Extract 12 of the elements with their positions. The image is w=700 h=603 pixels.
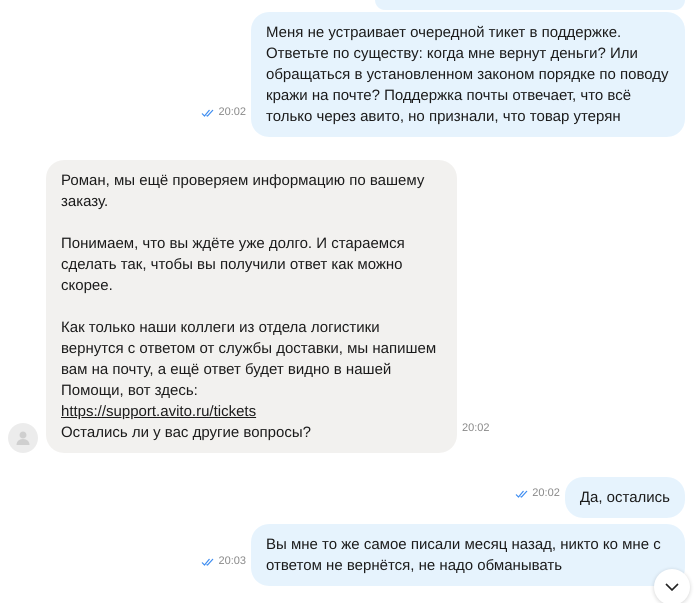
message-bubble: Да, остались [564,477,685,518]
message-bubble: Роман, мы ещё проверяем информацию по вашему заказу. Понимаем, что вы ждёте уже долго. И стараемся сделать так, чтобы вы получили ответ как можно скорее. Как только наши коллеги из отдела логистики вернутся с ответом от службы доставки, мы напишем вам на почту, а ещё ответ будет видно в нашей Помощи, вот здесь: https://support.avito.ru/tickets Остались ли у вас другие вопросы? [46,160,457,453]
message-time: 20:02 [218,105,246,120]
message-bubble: Вы мне то же самое писали месяц назад, никто ко мне с ответом не вернётся, не надо обманывать [251,524,685,586]
message-time: 20:03 [218,554,246,569]
ticket-link[interactable]: https://support.avito.ru/tickets [61,401,442,422]
avatar-icon [8,423,38,453]
message-time: 20:02 [462,421,490,436]
chevron-down-icon [665,583,679,591]
scroll-down-button[interactable] [654,569,690,603]
message-bubble: Меня не устраивает очередной тикет в поддержке. Ответьте по существу: когда мне вернут деньги? Или обращаться в установленном законом порядке по поводу кражи на почте? Поддержка почты отвечает, что всё только через авито, но признали, что товар утерян [251,12,685,137]
message-time: 20:02 [532,486,560,501]
